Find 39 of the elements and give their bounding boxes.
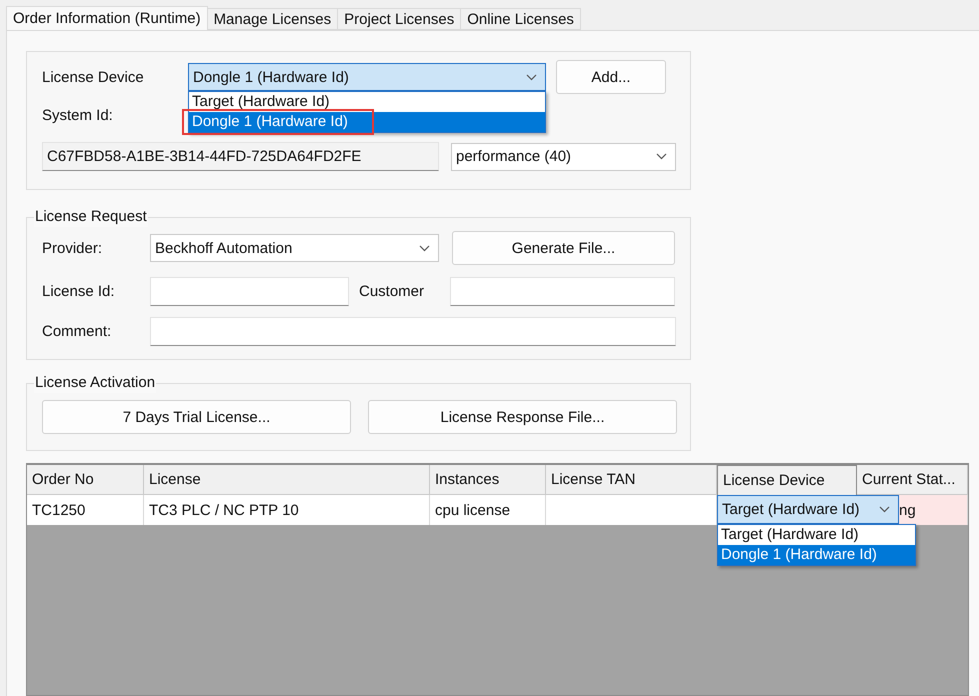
field-label: Provider: [42, 240, 104, 256]
dropdown-option[interactable]: Target (Hardware Id) [189, 92, 545, 112]
column-header[interactable]: Order No [27, 465, 144, 495]
dropdown[interactable]: Dongle 1 (Hardware Id) [188, 63, 546, 91]
add-button[interactable]: Add... [556, 60, 666, 94]
generate-file-button[interactable]: Generate File... [452, 231, 675, 265]
tab[interactable]: Online Licenses [460, 8, 581, 30]
chevron-down-icon [656, 153, 667, 160]
license-id-field[interactable] [150, 277, 349, 306]
table-cell: cpu license [430, 495, 546, 525]
tab[interactable]: Project Licenses [337, 8, 462, 30]
dropdown[interactable]: Beckhoff Automation [150, 234, 439, 262]
dropdown-option[interactable]: Dongle 1 (Hardware Id) [718, 545, 915, 565]
column-header[interactable]: Current Stat... [857, 465, 968, 495]
field-label: Customer [358, 283, 426, 300]
system-id-field[interactable]: C67FBD58-A1BE-3B14-44FD-725DA64FD2FE [42, 142, 439, 171]
chevron-down-icon [526, 74, 537, 80]
column-header[interactable]: License Device [717, 465, 857, 495]
activation-button[interactable]: License Response File... [368, 400, 677, 434]
column-header[interactable]: License [144, 465, 430, 495]
column-header[interactable]: License TAN [546, 465, 717, 495]
table-cell: TC1250 [27, 495, 144, 525]
field-label: License Device [42, 68, 145, 86]
group-title: License Request [34, 207, 148, 227]
chevron-down-icon [879, 506, 890, 513]
dropdown-option[interactable]: Target (Hardware Id) [718, 525, 915, 545]
tab[interactable]: Manage Licenses [206, 8, 338, 30]
field-label: System Id: [42, 106, 114, 124]
table-cell: TC3 PLC / NC PTP 10 [144, 495, 430, 525]
dropdown[interactable]: performance (40) [451, 142, 676, 170]
tab[interactable]: Order Information (Runtime) [6, 6, 208, 30]
chevron-down-icon [419, 244, 430, 252]
comment-field[interactable] [150, 317, 676, 346]
field-label: Comment: [42, 323, 112, 340]
customer-field[interactable] [450, 277, 675, 306]
column-header[interactable]: Instances [430, 465, 546, 495]
activation-button[interactable]: 7 Days Trial License... [42, 400, 351, 434]
field-label: License Id: [42, 283, 116, 300]
dropdown[interactable]: Target (Hardware Id) [717, 495, 899, 524]
